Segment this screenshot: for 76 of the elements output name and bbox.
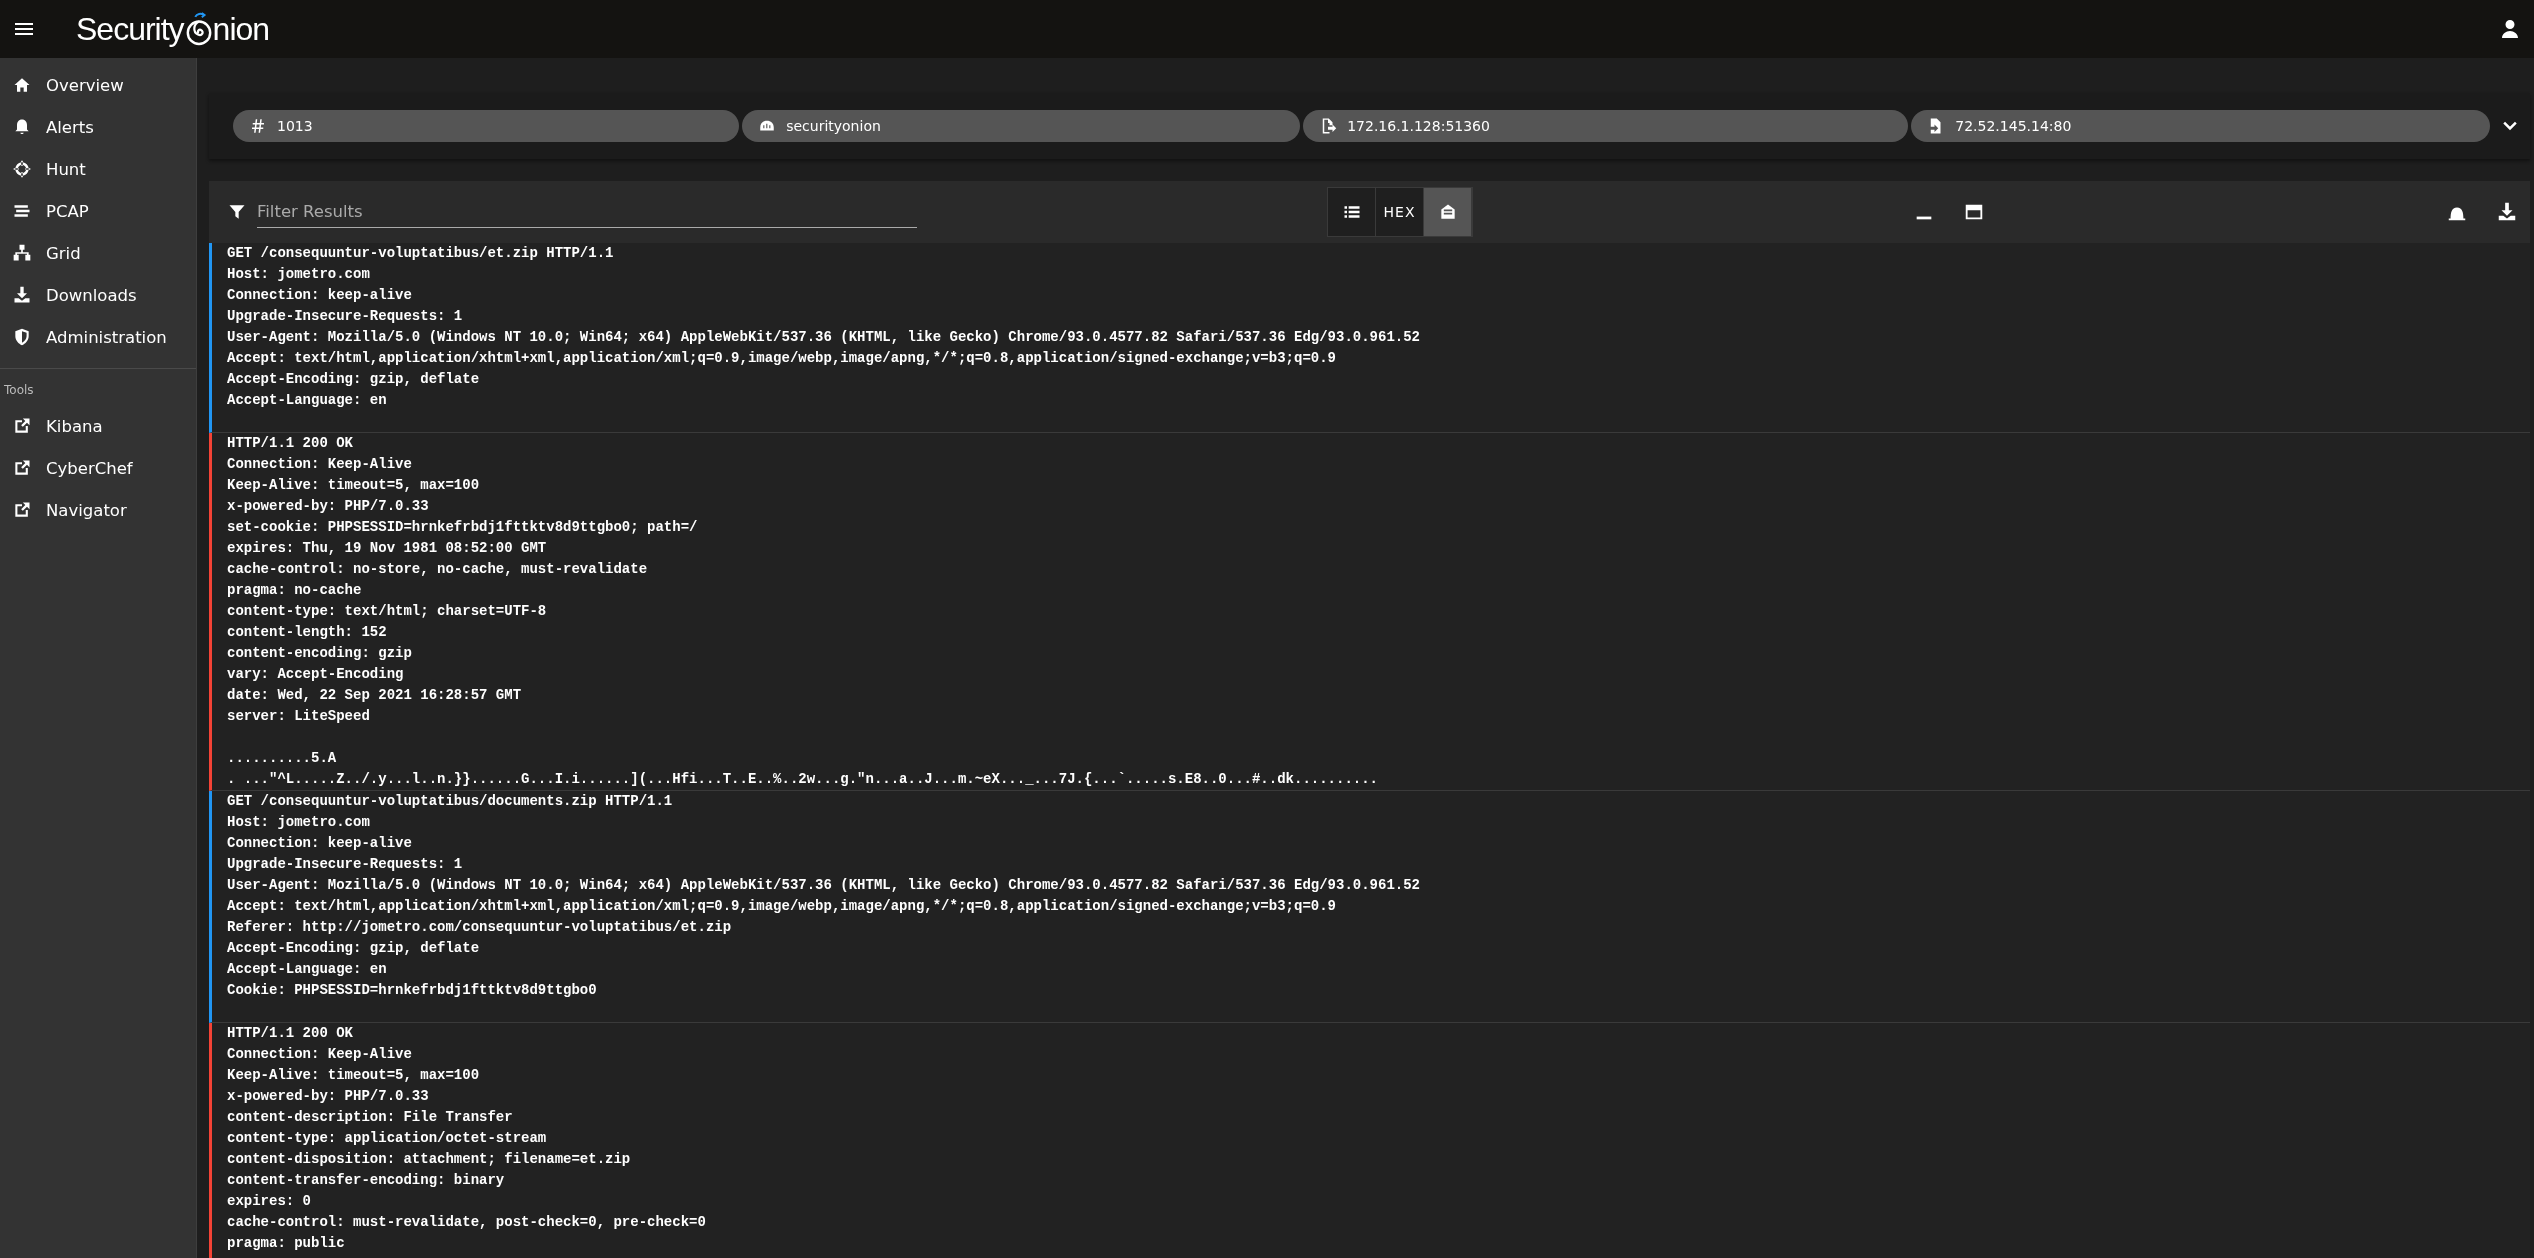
header-line: cache-control: must-revalidate, post-check=0, pre-check=0 xyxy=(227,1214,706,1230)
logo-text: nion xyxy=(212,10,270,49)
nav-link[interactable]: Navigator xyxy=(0,489,196,531)
nav-item[interactable]: Downloads xyxy=(0,274,196,316)
rendered-view-button[interactable] xyxy=(1424,188,1472,236)
nav-item[interactable]: PCAP xyxy=(0,190,196,232)
external-link-icon xyxy=(12,500,32,520)
header-line: HTTP/1.1 200 OK xyxy=(227,435,354,451)
filter-field[interactable]: Filter Results xyxy=(257,196,917,228)
download-icon[interactable] xyxy=(2496,201,2518,223)
header-line: User-Agent: Mozilla/5.0 (Windows NT 10.0; Win64; x64) AppleWebKit/537.36 (KHTML, like Gecko) Chrome/93.0.4577.82 Safari/537.36 Edg/93.0.961.52 xyxy=(227,329,1420,345)
header-line: x-powered-by: PHP/7.0.33 xyxy=(227,498,429,514)
header-line: expires: 0 xyxy=(227,1193,311,1209)
header-line: server: LiteSpeed xyxy=(227,708,370,724)
header-line: content-disposition: attachment; filename=et.zip xyxy=(227,1151,631,1167)
header-line: Host: jometro.com xyxy=(227,814,370,830)
header-line: content-encoding: gzip xyxy=(227,645,412,661)
nav-item[interactable]: Overview xyxy=(0,64,196,106)
filter-icon xyxy=(227,202,247,222)
nav-item[interactable]: Alerts xyxy=(0,106,196,148)
header-line: User-Agent: Mozilla/5.0 (Windows NT 10.0; Win64; x64) AppleWebKit/537.36 (KHTML, like Gecko) Chrome/93.0.4577.82 Safari/537.36 Edg/93.0.961.52 xyxy=(227,877,1420,893)
header-line: Accept: text/html,application/xhtml+xml,application/xml;q=0.9,image/webp,image/apng,*/*;q=0.8,application/signed-exchange;v=b3;q=0.9 xyxy=(227,898,1336,914)
header-line: expires: Thu, 19 Nov 1981 08:52:00 GMT xyxy=(227,540,547,556)
header-line: Referer: http://jometro.com/consequuntur-voluptatibus/et.zip xyxy=(227,919,732,935)
header-line: Connection: keep-alive xyxy=(227,287,412,303)
nav-item[interactable]: Administration xyxy=(0,316,196,358)
header-line: cache-control: no-store, no-cache, must-revalidate xyxy=(227,561,648,577)
network-icon xyxy=(12,243,32,263)
info-chip: 172.16.1.128:51360 xyxy=(1303,110,1909,142)
header-line: Accept-Encoding: gzip, deflate xyxy=(227,940,480,956)
info-chip: 1013 xyxy=(233,110,740,142)
header-line: content-transfer-encoding: binary xyxy=(227,1172,505,1188)
header-line: Connection: keep-alive xyxy=(227,835,412,851)
header-line: Keep-Alive: timeout=5, max=100 xyxy=(227,1067,480,1083)
header-line: set-cookie: PHPSESSID=hrnkefrbdj1fttktv8d9ttgbo0; path=/ xyxy=(227,519,698,535)
header-line: Keep-Alive: timeout=5, max=100 xyxy=(227,477,480,493)
header-line: Cookie: PHPSESSID=hrnkefrbdj1fttktv8d9ttgbo0 xyxy=(227,982,597,998)
header-line: pragma: no-cache xyxy=(227,582,362,598)
header-line: x-powered-by: PHP/7.0.33 xyxy=(227,1088,429,1104)
info-chip: 72.52.145.14:80 xyxy=(1911,110,2490,142)
hash-icon xyxy=(249,117,267,135)
logo-text: Security xyxy=(76,10,184,49)
header-line: content-type: text/html; charset=UTF-8 xyxy=(227,603,547,619)
header-line: content-length: 152 xyxy=(227,624,387,640)
hex-view-button[interactable]: HEX xyxy=(1376,188,1424,236)
download-icon xyxy=(12,285,32,305)
nav-item[interactable]: Hunt xyxy=(0,148,196,190)
nav-item[interactable]: Grid xyxy=(0,232,196,274)
header-line: Accept-Language: en xyxy=(227,961,387,977)
payload-line: . ..."^L.....Z../.y...l..n.}}......G...I.i......](...Hfi...T..E..%..2w...g."n...a..J...m.~eX..._...7J.{...`.....s.E8..0...#..dk.......... xyxy=(227,771,1378,787)
header-line: Connection: Keep-Alive xyxy=(227,456,412,472)
header-line: Host: jometro.com xyxy=(227,266,370,282)
header-line: Accept-Language: en xyxy=(227,392,387,408)
header-line: GET /consequuntur-voluptatibus/documents.zip HTTP/1.1 xyxy=(227,793,673,809)
shield-icon xyxy=(12,327,32,347)
crosshairs-icon xyxy=(12,159,32,179)
header-line: content-description: File Transfer xyxy=(227,1109,513,1125)
nav-link[interactable]: CyberChef xyxy=(0,447,196,489)
payload-line: ..........5.A xyxy=(227,750,337,766)
header-line: HTTP/1.1 200 OK xyxy=(227,1025,354,1041)
nav-link[interactable]: Kibana xyxy=(0,405,196,447)
external-link-icon xyxy=(12,416,32,436)
header-line: Accept: text/html,application/xhtml+xml,application/xml;q=0.9,image/webp,image/apng,*/*;q=0.8,application/signed-exchange;v=b3;q=0.9 xyxy=(227,350,1336,366)
header-line: pragma: public xyxy=(227,1235,345,1251)
header-line: GET /consequuntur-voluptatibus/et.zip HTTP/1.1 xyxy=(227,245,614,261)
header-line: Accept-Encoding: gzip, deflate xyxy=(227,371,480,387)
header-line: date: Wed, 22 Sep 2021 16:28:57 GMT xyxy=(227,687,522,703)
header-line: Upgrade-Insecure-Requests: 1 xyxy=(227,308,463,324)
info-chip: securityonion xyxy=(742,110,1301,142)
section-heading: Tools xyxy=(3,382,35,399)
header-line: content-type: application/octet-stream xyxy=(227,1130,547,1146)
header-line: Upgrade-Insecure-Requests: 1 xyxy=(227,856,463,872)
list-view-button[interactable] xyxy=(1328,188,1376,236)
header-line: vary: Accept-Encoding xyxy=(227,666,404,682)
header-line: Connection: Keep-Alive xyxy=(227,1046,412,1062)
external-link-icon xyxy=(12,458,32,478)
